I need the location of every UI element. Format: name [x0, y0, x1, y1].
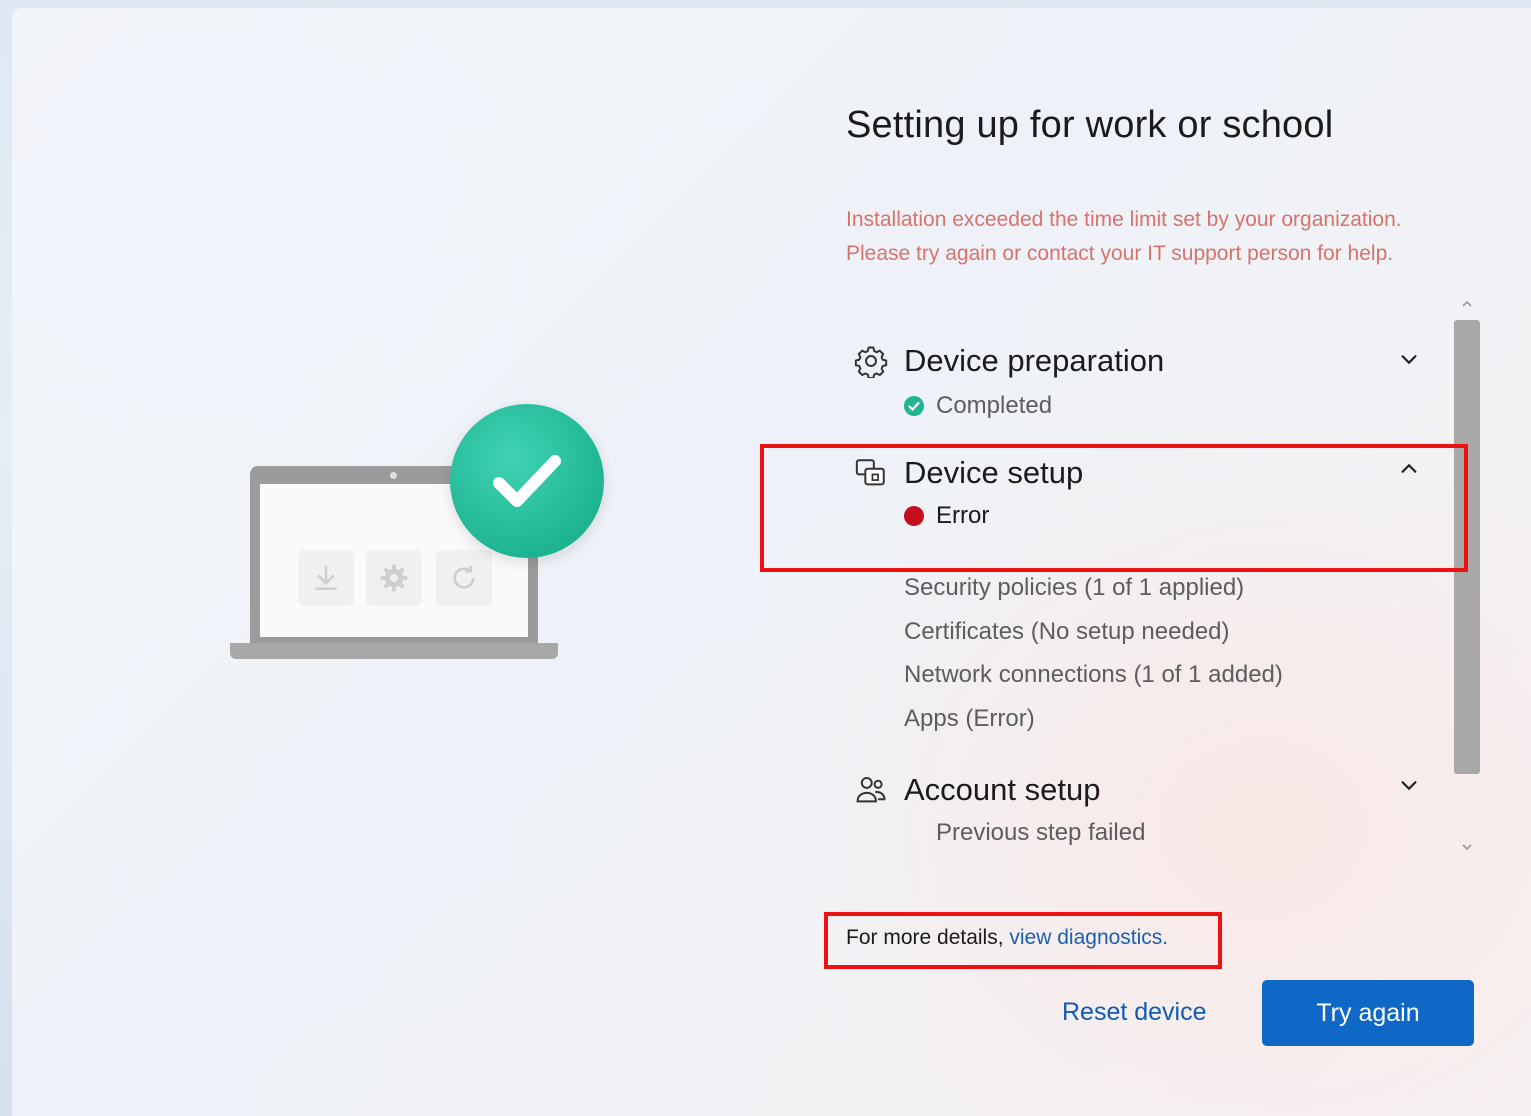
status-text: Previous step failed — [936, 819, 1146, 846]
people-icon — [852, 771, 890, 809]
list-item: Security policies (1 of 1 applied) — [904, 574, 1245, 601]
download-icon — [315, 566, 337, 590]
section-title: Device preparation — [904, 343, 1165, 378]
success-check-icon — [904, 396, 924, 416]
section-device-preparation[interactable]: Device preparation — [852, 342, 1164, 380]
chevron-down-icon[interactable] — [1394, 344, 1424, 374]
status-text: Completed — [936, 392, 1053, 419]
checkmark-badge-icon — [450, 404, 604, 558]
list-item: Apps (Error) — [904, 704, 1035, 732]
list-item: Network connections (1 of 1 added) — [904, 661, 1283, 688]
section-status: Previous step failed — [936, 819, 1145, 847]
gear-icon — [380, 564, 408, 592]
details-prefix: For more details, — [846, 926, 1010, 949]
reset-device-button[interactable]: Reset device — [1062, 998, 1207, 1027]
scrollbar[interactable] — [1454, 292, 1480, 862]
progress-list: Device preparation Completed Device setu… — [846, 292, 1486, 862]
device-setup-sub-items: Security policies (1 of 1 applied) Certi… — [904, 570, 1283, 744]
highlight-box-device-setup — [760, 444, 1468, 572]
section-account-setup[interactable]: Account setup — [852, 771, 1100, 809]
gear-icon — [852, 342, 890, 380]
error-message-line: Please try again or contact your IT supp… — [846, 242, 1394, 265]
list-item: Certificates (No setup needed) — [904, 617, 1230, 645]
page-title: Setting up for work or school — [846, 104, 1334, 146]
laptop-base — [230, 643, 558, 659]
scroll-up-arrow-icon[interactable] — [1458, 295, 1476, 313]
laptop-camera — [390, 472, 397, 479]
view-diagnostics-link[interactable]: view diagnostics. — [1009, 926, 1168, 949]
try-again-button[interactable]: Try again — [1262, 980, 1474, 1046]
section-status: Completed — [904, 392, 1052, 420]
download-tile — [298, 550, 354, 606]
error-message: Installation exceeded the time limit set… — [846, 203, 1486, 271]
chevron-down-icon[interactable] — [1394, 770, 1424, 800]
settings-tile — [366, 550, 422, 606]
scroll-down-arrow-icon[interactable] — [1458, 838, 1476, 856]
error-message-line: Installation exceeded the time limit set… — [846, 208, 1402, 231]
section-title: Account setup — [904, 772, 1101, 807]
refresh-icon — [453, 566, 475, 589]
refresh-tile — [436, 550, 492, 606]
details-text: For more details, view diagnostics. — [846, 926, 1168, 950]
